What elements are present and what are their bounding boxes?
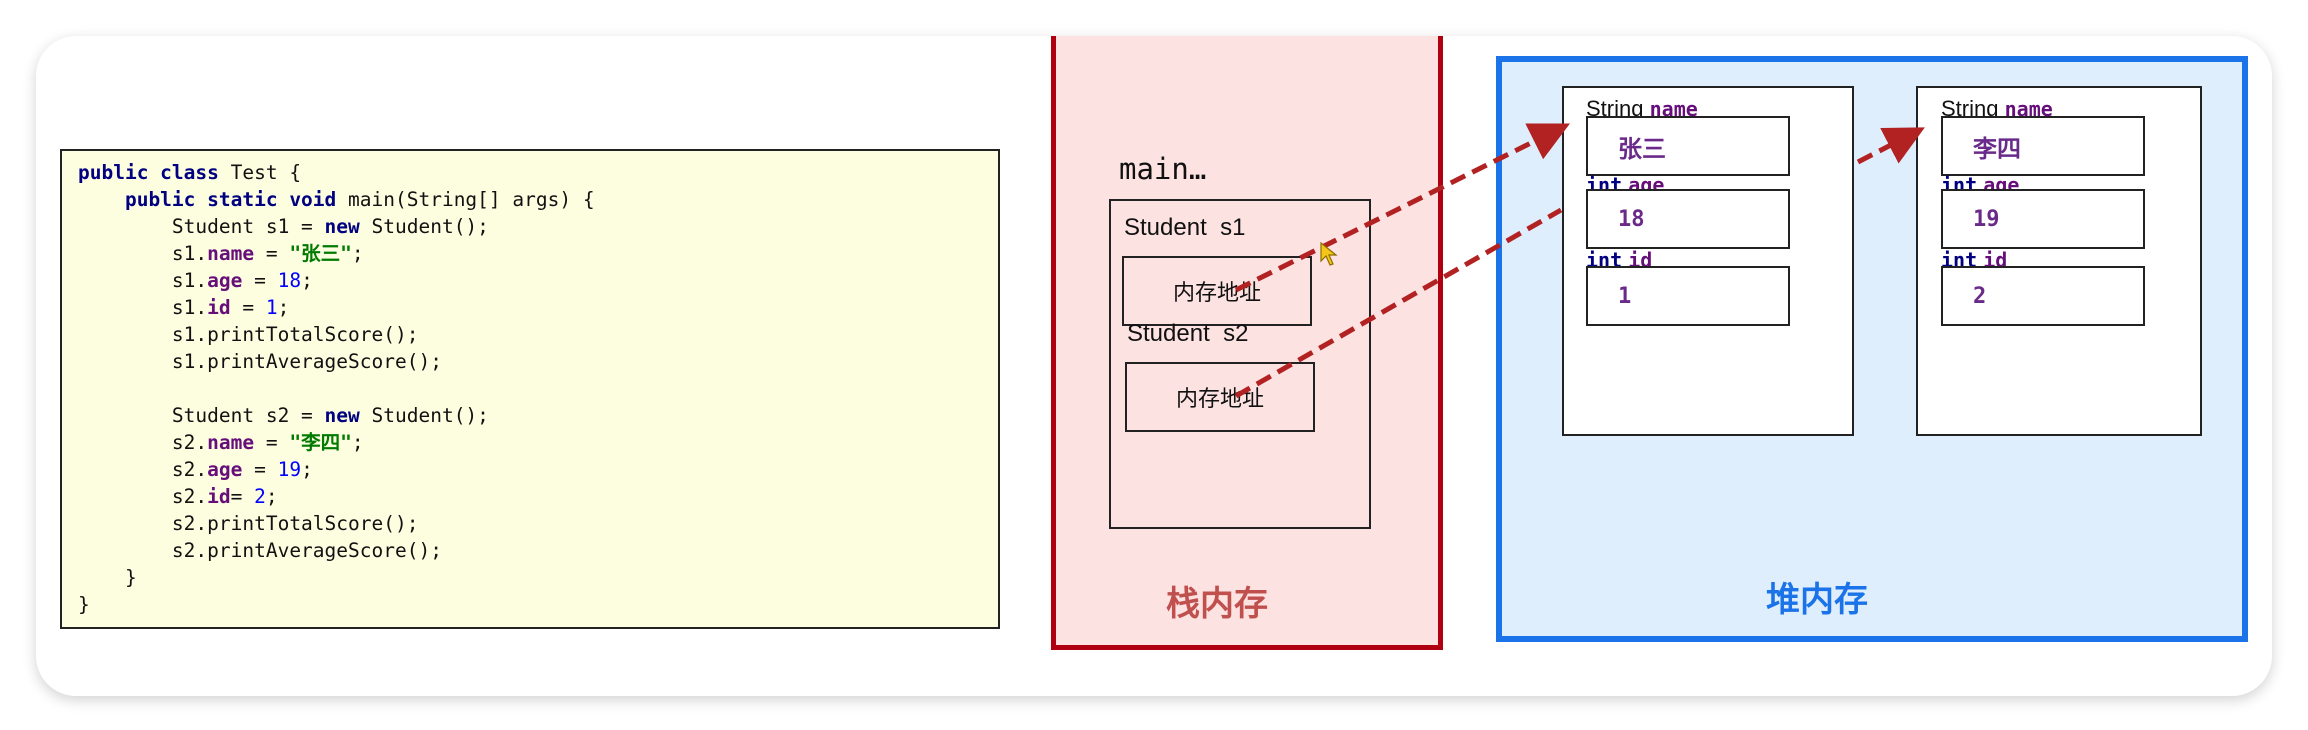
mouse-pointer-icon — [1320, 242, 1338, 266]
code-token: 18 — [277, 269, 302, 292]
code-token: name — [207, 242, 255, 265]
code-token: name — [207, 431, 255, 454]
code-token: age — [207, 269, 243, 292]
heap-memory-title: 堆内存 — [1766, 580, 1868, 620]
code-token: new — [324, 404, 372, 427]
code-listing: public class Test { public static void m… — [60, 149, 1000, 629]
code-token: main(String[] args) { — [348, 188, 595, 211]
code-token: s1. — [78, 242, 208, 265]
code-token: 1 — [265, 296, 278, 319]
code-token: Student(); — [371, 215, 489, 238]
code-token: s1. — [78, 269, 208, 292]
code-token: ; — [301, 458, 313, 481]
code-token: s1.printAverageScore(); — [78, 350, 442, 373]
stack-var-s2-address: 内存地址 — [1125, 362, 1315, 432]
code-token: = — [230, 296, 266, 319]
code-line: s2.id= 2; — [78, 483, 998, 510]
code-line: Student s1 = new Student(); — [78, 213, 998, 240]
field-value-id: 2 — [1941, 266, 2145, 326]
code-token: id — [207, 485, 231, 508]
code-token: ; — [351, 242, 364, 265]
code-token: s1.printTotalScore(); — [78, 323, 419, 346]
code-token: s1. — [78, 296, 208, 319]
slide: public class Test { public static void m… — [36, 36, 2272, 696]
code-token: s2.printAverageScore(); — [78, 539, 442, 562]
code-token: s2. — [78, 458, 208, 481]
code-token: Student s1 = — [78, 215, 325, 238]
code-token: = — [254, 431, 290, 454]
code-token: s2. — [78, 431, 208, 454]
field-value-name: 张三 — [1586, 116, 1790, 176]
code-token: } — [78, 593, 90, 616]
cropped-heading — [206, 36, 606, 48]
code-token: ; — [301, 269, 313, 292]
code-token: public class — [78, 161, 231, 184]
stack-var-name: s1 — [1220, 214, 1246, 241]
stack-var-s1-label: Student s1 — [1124, 214, 1245, 242]
code-line: s1.printAverageScore(); — [78, 348, 998, 375]
code-line: s1.printTotalScore(); — [78, 321, 998, 348]
field-value-age: 18 — [1586, 189, 1790, 249]
code-token: Test { — [230, 161, 302, 184]
code-line: s2.printAverageScore(); — [78, 537, 998, 564]
stack-var-type: Student — [1127, 320, 1210, 347]
code-line: public static void main(String[] args) { — [78, 186, 998, 213]
code-token: "李四" — [289, 431, 352, 454]
code-line: public class Test { — [78, 159, 998, 186]
code-token: = — [242, 458, 278, 481]
stack-var-type: Student — [1124, 214, 1207, 241]
code-token: id — [207, 296, 231, 319]
code-line: s2.name = "李四"; — [78, 429, 998, 456]
code-line: } — [78, 564, 998, 591]
stack-var-name: s2 — [1223, 320, 1249, 347]
code-line: s2.printTotalScore(); — [78, 510, 998, 537]
code-token: = — [230, 485, 255, 508]
code-token: Student(); — [371, 404, 489, 427]
code-token: "张三" — [289, 242, 352, 265]
code-token: Student s2 = — [78, 404, 325, 427]
field-value-age: 19 — [1941, 189, 2145, 249]
code-token: public static void — [78, 188, 349, 211]
field-value-id: 1 — [1586, 266, 1790, 326]
code-token: ; — [265, 485, 278, 508]
code-token: = — [242, 269, 278, 292]
stack-var-s2-label: Student s2 — [1127, 320, 1248, 348]
stack-memory-title: 栈内存 — [1166, 584, 1268, 624]
code-token: ; — [351, 431, 364, 454]
code-token: = — [254, 242, 290, 265]
code-line: } — [78, 591, 998, 618]
page: public class Test { public static void m… — [0, 0, 2308, 730]
field-value-name: 李四 — [1941, 116, 2145, 176]
stack-var-s1-address: 内存地址 — [1122, 256, 1312, 326]
code-token: } — [78, 566, 137, 589]
code-line: s1.id = 1; — [78, 294, 998, 321]
code-line: s1.name = "张三"; — [78, 240, 998, 267]
code-token: ; — [277, 296, 290, 319]
code-token: 2 — [254, 485, 266, 508]
code-token: new — [324, 215, 372, 238]
code-token: 19 — [277, 458, 302, 481]
code-line: Student s2 = new Student(); — [78, 402, 998, 429]
main-frame-label: main… — [1119, 152, 1207, 186]
code-token: s2.printTotalScore(); — [78, 512, 419, 535]
code-token: s2. — [78, 485, 208, 508]
code-line: s1.age = 18; — [78, 267, 998, 294]
code-token: age — [207, 458, 243, 481]
code-line: s2.age = 19; — [78, 456, 998, 483]
